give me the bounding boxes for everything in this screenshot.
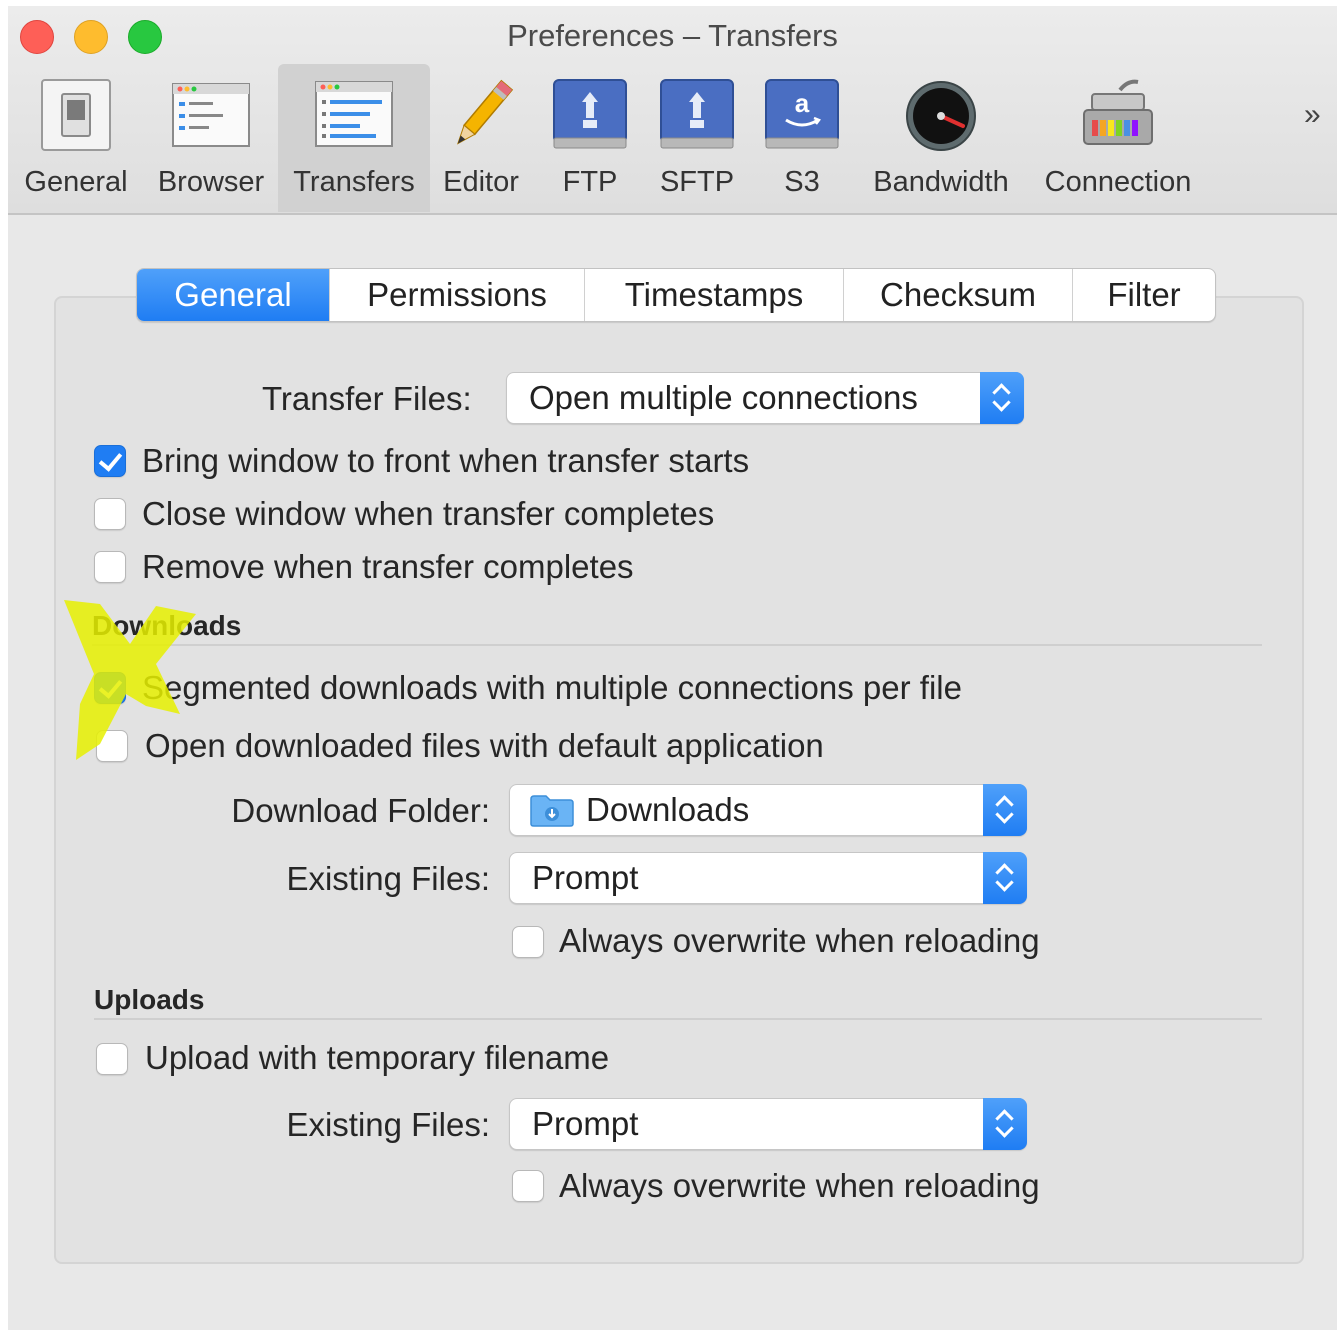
upload-temp-filename-label: Upload with temporary filename	[145, 1039, 610, 1076]
downloads-divider	[92, 644, 1262, 646]
pencil-icon	[441, 76, 521, 156]
popup-arrows-icon	[983, 852, 1027, 904]
toolbar-label: Browser	[157, 166, 265, 198]
gauge-icon	[901, 76, 981, 156]
tab-permissions[interactable]: Permissions	[330, 269, 585, 321]
segmented-downloads-label: Segmented downloads with multiple connec…	[142, 669, 962, 706]
download-existing-files-popup[interactable]: Prompt	[509, 852, 1027, 904]
upload-existing-files-label: Existing Files:	[286, 1106, 490, 1143]
browser-window-icon	[171, 76, 251, 156]
remove-complete-checkbox[interactable]	[94, 551, 126, 583]
downloads-folder-icon	[530, 795, 574, 827]
toolbar-label: General	[24, 166, 128, 198]
tab-checksum[interactable]: Checksum	[844, 269, 1073, 321]
tab-timestamps[interactable]: Timestamps	[585, 269, 844, 321]
window-title: Preferences – Transfers	[507, 18, 838, 53]
transfer-files-popup[interactable]: Open multiple connections	[506, 372, 1024, 424]
download-overwrite-checkbox[interactable]	[512, 926, 544, 958]
network-card-icon	[1078, 76, 1158, 156]
toolbar-label: Bandwidth	[873, 166, 1009, 198]
download-folder-label: Download Folder:	[231, 792, 490, 829]
toolbar-label: Connection	[1044, 166, 1192, 198]
toolbar-general[interactable]: General	[16, 64, 136, 212]
tab-general[interactable]: General	[137, 269, 330, 321]
svg-text:a: a	[795, 88, 810, 118]
download-existing-files-value: Prompt	[532, 859, 639, 896]
toolbar-label: Editor	[443, 166, 519, 198]
toolbar-s3[interactable]: a S3	[762, 64, 842, 212]
download-folder-value: Downloads	[586, 791, 750, 828]
open-default-label: Open downloaded files with default appli…	[145, 727, 824, 764]
upload-existing-files-popup[interactable]: Prompt	[509, 1098, 1027, 1150]
uploads-divider	[94, 1018, 1262, 1020]
open-default-checkbox[interactable]	[96, 730, 128, 762]
bring-front-checkbox[interactable]	[94, 445, 126, 477]
bring-front-label: Bring window to front when transfer star…	[142, 442, 750, 479]
tab-bar: General Permissions Timestamps Checksum …	[136, 268, 1216, 322]
popup-arrows-icon	[983, 784, 1027, 836]
transfer-files-value: Open multiple connections	[529, 379, 918, 416]
toolbar-label: FTP	[562, 166, 618, 198]
sftp-drive-icon	[657, 76, 737, 156]
s3-drive-icon: a	[762, 76, 842, 156]
popup-arrows-icon	[983, 1098, 1027, 1150]
toolbar-overflow-button[interactable]: »	[1304, 98, 1321, 132]
toolbar-transfers[interactable]: Transfers	[278, 64, 430, 212]
uploads-heading: Uploads	[94, 984, 205, 1015]
upload-existing-files-value: Prompt	[532, 1105, 639, 1142]
preferences-window: Preferences – Transfers General Browser …	[8, 6, 1337, 1330]
upload-overwrite-label: Always overwrite when reloading	[559, 1167, 1040, 1204]
toolbar-label: SFTP	[659, 166, 735, 198]
tab-filter[interactable]: Filter	[1073, 269, 1215, 321]
popup-arrows-icon	[980, 372, 1024, 424]
download-existing-files-label: Existing Files:	[286, 860, 490, 897]
toolbar-label: S3	[784, 166, 820, 198]
toolbar-label: Transfers	[293, 166, 415, 198]
toolbar-browser[interactable]: Browser	[148, 64, 274, 212]
toolbar-ftp[interactable]: FTP	[548, 64, 632, 212]
toolbar-sftp[interactable]: SFTP	[654, 64, 740, 212]
close-window-checkbox[interactable]	[94, 498, 126, 530]
download-overwrite-label: Always overwrite when reloading	[559, 922, 1040, 959]
download-folder-popup[interactable]: Downloads	[509, 784, 1027, 836]
switch-icon	[36, 76, 116, 156]
close-window-label: Close window when transfer completes	[142, 495, 715, 532]
toolbar-bandwidth[interactable]: Bandwidth	[868, 64, 1014, 212]
segmented-downloads-checkbox[interactable]	[94, 672, 126, 704]
ftp-drive-icon	[550, 76, 630, 156]
titlebar: Preferences – Transfers General Browser …	[8, 6, 1337, 215]
upload-overwrite-checkbox[interactable]	[512, 1170, 544, 1202]
toolbar-connection[interactable]: Connection	[1038, 64, 1198, 212]
transfer-files-label: Transfer Files:	[262, 380, 472, 417]
downloads-heading: Downloads	[92, 610, 242, 641]
transfers-window-icon	[314, 76, 394, 156]
upload-temp-filename-checkbox[interactable]	[96, 1043, 128, 1075]
remove-complete-label: Remove when transfer completes	[142, 548, 634, 585]
toolbar-editor[interactable]: Editor	[436, 64, 526, 212]
